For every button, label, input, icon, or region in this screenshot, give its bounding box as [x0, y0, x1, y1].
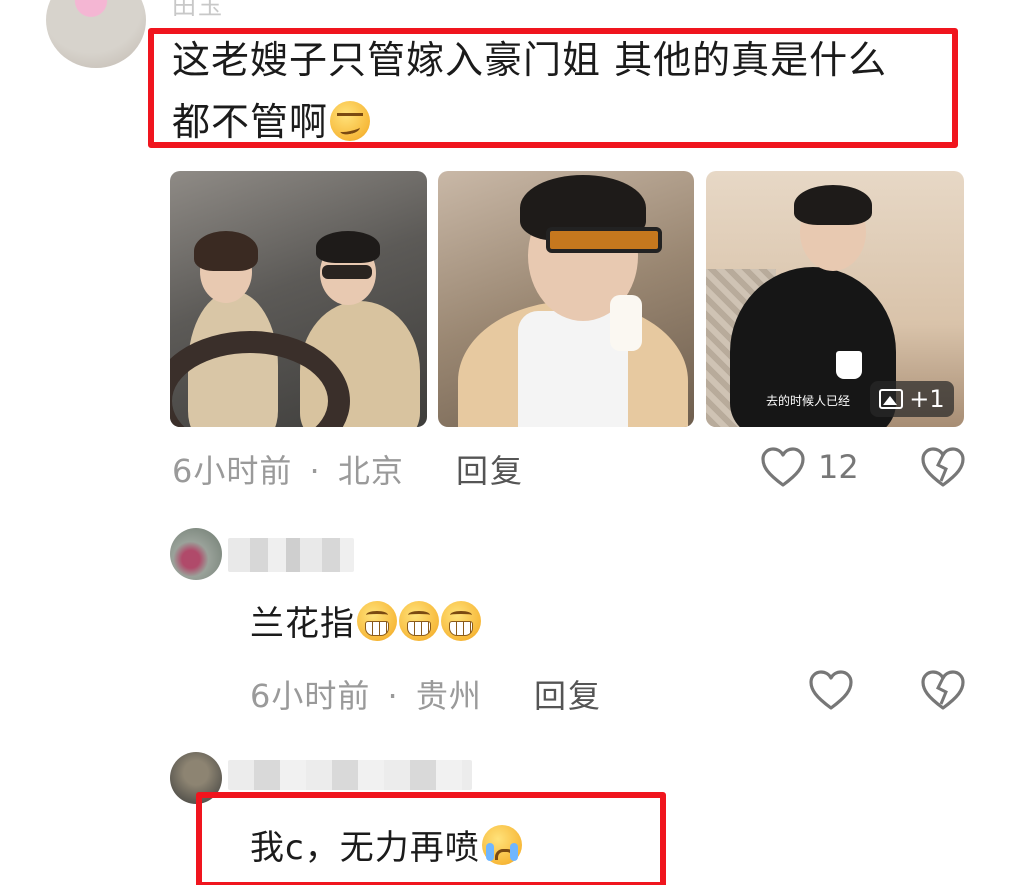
highlight-frame [148, 28, 958, 148]
dislike-broken-heart-icon[interactable] [920, 670, 966, 712]
more-photos-badge[interactable]: +1 [870, 381, 954, 417]
like-count: 12 [818, 448, 859, 486]
comment-text-body: 兰花指 [250, 604, 355, 644]
comment-time: 6小时前 [172, 452, 293, 490]
like-heart-icon[interactable] [808, 670, 854, 712]
dislike-broken-heart-icon[interactable] [920, 447, 966, 489]
reply-button[interactable]: 回复 [456, 446, 524, 492]
avatar[interactable] [170, 528, 222, 580]
image-icon [879, 389, 904, 409]
comment-meta: 6小时前 · 贵州 [250, 671, 482, 717]
comment-username[interactable]: 田玉 [172, 0, 224, 21]
photo-glasses-2 [546, 227, 662, 253]
grin-emoji-icon [399, 601, 439, 641]
photo-caption: 去的时候人已经 [766, 394, 851, 408]
photo-hair-right [316, 231, 380, 263]
blurred-username [228, 538, 354, 572]
reply-button[interactable]: 回复 [534, 671, 602, 717]
blurred-username [228, 760, 472, 790]
comment-location: 北京 [337, 452, 404, 490]
comment-photo-1[interactable] [170, 171, 427, 427]
photo-hair-jacket [794, 185, 872, 225]
comment-photo-3[interactable]: 去的时候人已经 +1 [706, 171, 964, 427]
photo-popsicle [610, 295, 642, 351]
comment-location: 贵州 [415, 677, 482, 715]
avatar[interactable] [46, 0, 146, 68]
meta-separator: · [387, 677, 399, 715]
comment-photo-2[interactable] [438, 171, 694, 427]
grin-emoji-icon [441, 601, 481, 641]
like-heart-icon[interactable] [760, 447, 806, 489]
comment-time: 6小时前 [250, 677, 371, 715]
photo-hair-left [194, 231, 258, 271]
grin-emoji-icon [357, 601, 397, 641]
highlight-frame [196, 792, 666, 885]
photo-glasses-1 [322, 265, 372, 279]
more-photos-count: +1 [909, 385, 945, 413]
meta-separator: · [309, 452, 321, 490]
comment-meta: 6小时前 · 北京 [172, 446, 404, 492]
comment-text: 兰花指 [250, 598, 481, 650]
photo-cup [836, 351, 862, 379]
